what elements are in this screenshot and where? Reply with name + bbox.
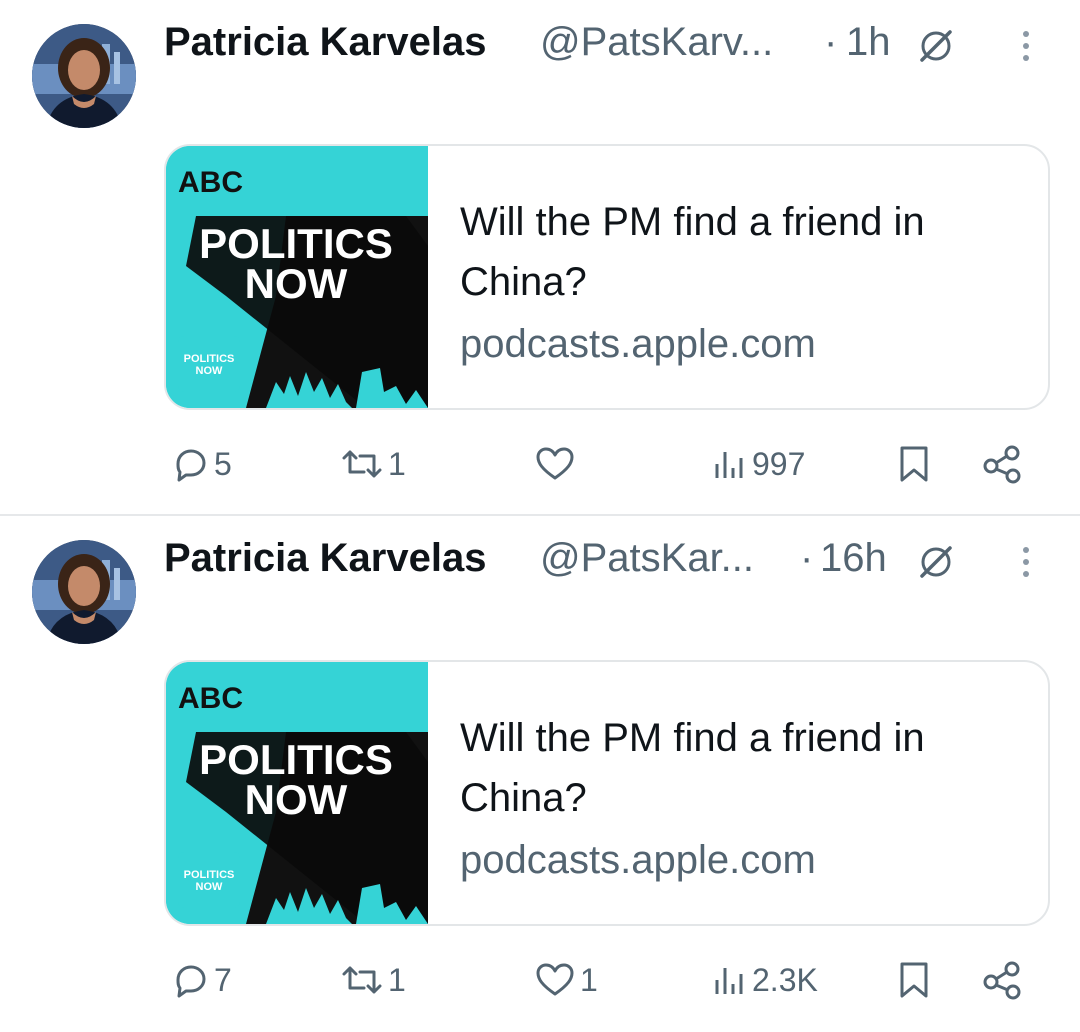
podcast-thumbnail: ABC POLITICS NOW POLITICS NOW [166,146,428,408]
like-button[interactable] [534,434,580,494]
share-icon [983,961,1021,1000]
reply-count: 7 [214,961,232,998]
more-icon[interactable] [1016,26,1036,66]
reply-button[interactable]: 5 [170,434,232,494]
bookmark-icon [900,962,928,998]
like-icon [536,447,574,480]
repost-icon [342,450,382,478]
tweet[interactable]: Patricia Karvelas @PatsKar... · 16h ABC … [0,516,1080,1032]
tweet-actions: 5 1 997 [164,434,1044,494]
thumb-mini-line2: NOW [196,881,224,893]
repost-icon [342,966,382,994]
bookmark-button[interactable] [894,950,934,1010]
timestamp[interactable]: 1h [846,16,891,68]
author-handle[interactable]: @PatsKar... [540,532,754,584]
separator-dot: · [800,536,814,580]
views-icon [715,452,743,478]
reply-icon [176,965,206,998]
avatar[interactable] [32,540,136,644]
thumb-mini-line1: POLITICS [184,869,235,881]
grok-icon[interactable] [916,542,956,582]
tweet[interactable]: Patricia Karvelas @PatsKarv... · 1h ABC … [0,0,1080,516]
repost-count: 1 [388,445,406,482]
link-card[interactable]: ABC POLITICS NOW POLITICS NOW Will the P… [164,660,1050,926]
tweet-header: Patricia Karvelas @PatsKar... · 16h [164,532,1044,588]
card-domain: podcasts.apple.com [460,838,816,882]
podcast-thumbnail: ABC POLITICS NOW POLITICS NOW [166,662,428,924]
share-icon [983,445,1021,484]
card-title: Will the PM find a friend in China? [460,716,925,820]
thumb-title-line2: NOW [245,776,348,823]
link-card[interactable]: ABC POLITICS NOW POLITICS NOW Will the P… [164,144,1050,410]
like-icon [536,963,574,996]
author-name[interactable]: Patricia Karvelas [164,16,486,68]
abc-logo: ABC [178,682,243,715]
reply-button[interactable]: 7 [170,950,232,1010]
tweet-header: Patricia Karvelas @PatsKarv... · 1h [164,16,1044,72]
views-button[interactable]: 997 [712,434,805,494]
author-name[interactable]: Patricia Karvelas [164,532,486,584]
bookmark-button[interactable] [894,434,934,494]
separator-dot: · [824,20,838,64]
reply-count: 5 [214,445,232,482]
like-button[interactable]: 1 [534,950,598,1010]
thumb-title-line2: NOW [245,260,348,307]
thumb-mini-line2: NOW [196,365,224,377]
repost-button[interactable]: 1 [340,950,406,1010]
timestamp[interactable]: 16h [820,532,887,584]
like-count: 1 [580,961,598,998]
card-title: Will the PM find a friend in China? [460,200,925,304]
abc-logo: ABC [178,166,243,199]
repost-button[interactable]: 1 [340,434,406,494]
grok-icon[interactable] [916,26,956,66]
avatar[interactable] [32,24,136,128]
tweet-actions: 7 1 1 2.3K [164,950,1044,1010]
author-handle[interactable]: @PatsKarv... [540,16,773,68]
share-button[interactable] [982,950,1024,1010]
views-button[interactable]: 2.3K [712,950,818,1010]
views-icon [715,968,743,994]
bookmark-icon [900,446,928,482]
repost-count: 1 [388,961,406,998]
thumb-mini-line1: POLITICS [184,353,235,365]
views-count: 997 [752,445,806,482]
share-button[interactable] [982,434,1024,494]
card-domain: podcasts.apple.com [460,322,816,366]
reply-icon [176,449,206,482]
more-icon[interactable] [1016,542,1036,582]
views-count: 2.3K [752,961,818,998]
